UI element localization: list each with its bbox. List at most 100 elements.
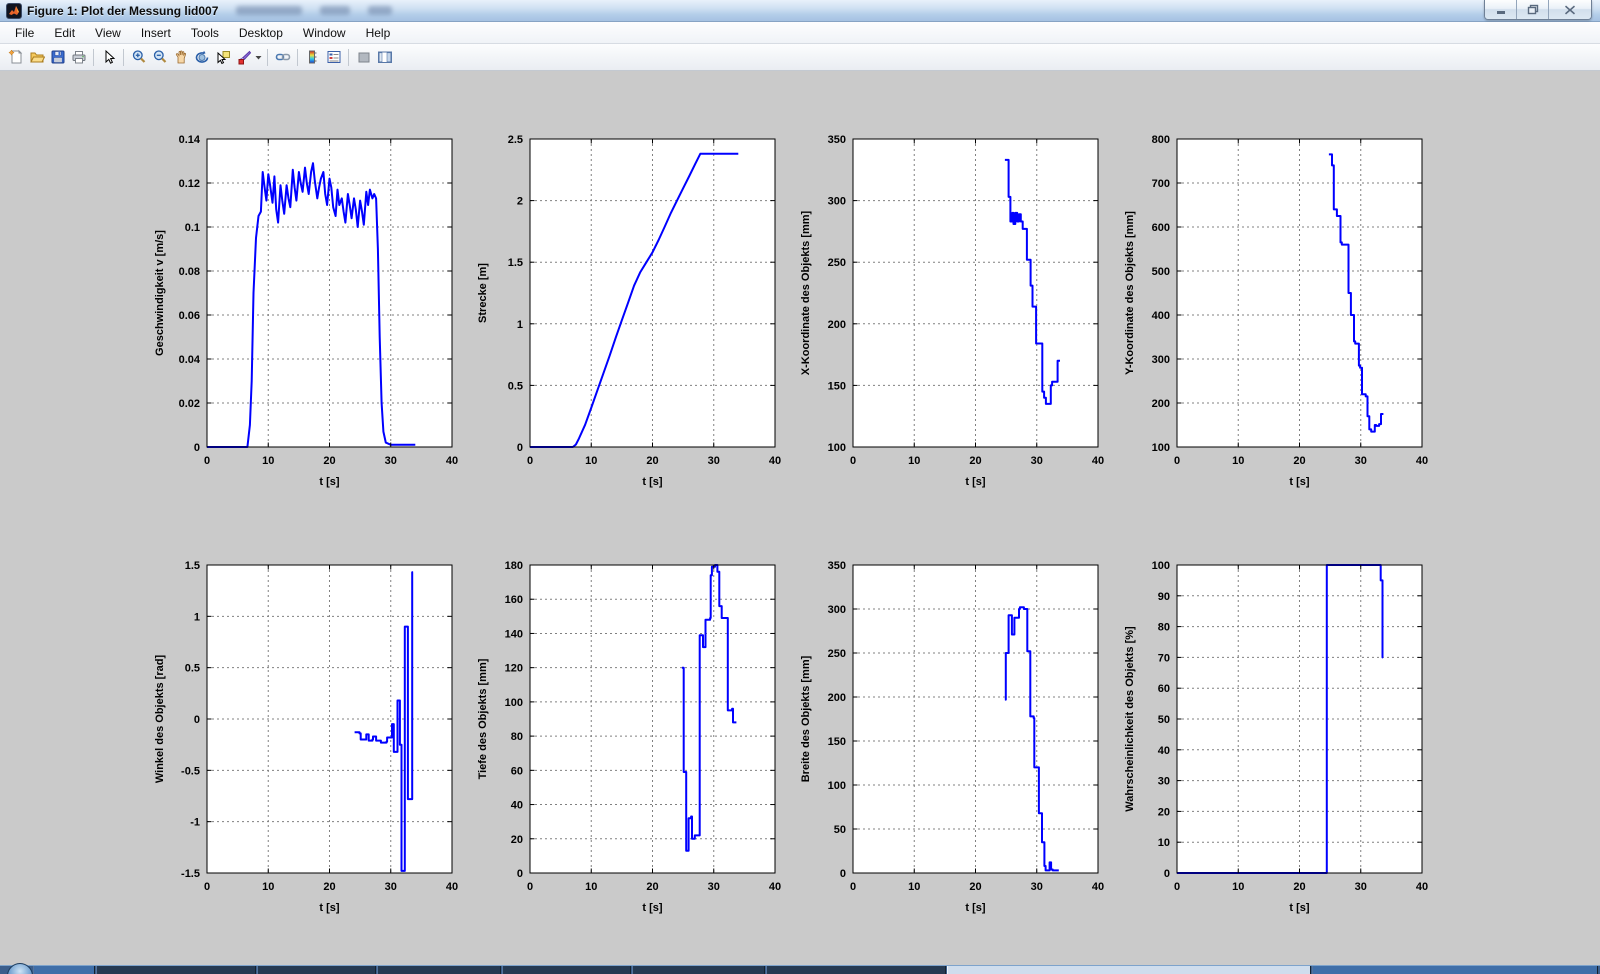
toolbar-separator bbox=[348, 49, 349, 66]
svg-text:10: 10 bbox=[908, 455, 920, 467]
svg-text:20: 20 bbox=[1158, 806, 1170, 818]
svg-text:10: 10 bbox=[1232, 455, 1244, 467]
svg-text:0: 0 bbox=[840, 868, 846, 880]
svg-text:300: 300 bbox=[828, 196, 846, 208]
taskbar-button[interactable] bbox=[96, 966, 256, 974]
taskbar-button[interactable] bbox=[632, 966, 765, 974]
svg-text:t [s]: t [s] bbox=[965, 476, 986, 488]
insert-colorbar-icon[interactable] bbox=[302, 47, 323, 68]
start-button[interactable] bbox=[7, 963, 33, 974]
svg-text:20: 20 bbox=[1293, 455, 1305, 467]
svg-text:10: 10 bbox=[1158, 837, 1170, 849]
close-button[interactable] bbox=[1549, 0, 1591, 19]
zoom-in-icon[interactable] bbox=[128, 47, 149, 68]
menu-desktop[interactable]: Desktop bbox=[229, 24, 293, 42]
save-figure-icon[interactable] bbox=[47, 47, 68, 68]
svg-text:40: 40 bbox=[1158, 745, 1170, 757]
redacted-text bbox=[236, 6, 302, 15]
restore-button[interactable] bbox=[1517, 0, 1549, 19]
svg-text:0: 0 bbox=[204, 881, 210, 893]
toolbar-separator bbox=[267, 49, 268, 66]
svg-text:30: 30 bbox=[708, 455, 720, 467]
svg-text:1.5: 1.5 bbox=[508, 257, 523, 269]
minimize-button[interactable] bbox=[1485, 0, 1517, 19]
pan-icon[interactable] bbox=[170, 47, 191, 68]
svg-text:t [s]: t [s] bbox=[1289, 902, 1310, 914]
svg-text:100: 100 bbox=[1152, 442, 1170, 454]
open-file-icon[interactable] bbox=[26, 47, 47, 68]
svg-text:10: 10 bbox=[1232, 881, 1244, 893]
svg-text:-0.5: -0.5 bbox=[181, 765, 200, 777]
svg-text:0: 0 bbox=[1164, 868, 1170, 880]
svg-text:200: 200 bbox=[1152, 398, 1170, 410]
svg-text:180: 180 bbox=[505, 560, 523, 572]
subplot-y-koordinate: 010203040100200300400500600700800t [s]Y-… bbox=[1115, 127, 1432, 505]
insert-legend-icon[interactable] bbox=[323, 47, 344, 68]
hide-plot-tools-icon[interactable] bbox=[353, 47, 374, 68]
svg-text:30: 30 bbox=[1031, 881, 1043, 893]
svg-text:0.5: 0.5 bbox=[185, 663, 200, 675]
show-plot-tools-icon[interactable] bbox=[374, 47, 395, 68]
redacted-text bbox=[320, 6, 350, 15]
svg-text:300: 300 bbox=[1152, 354, 1170, 366]
svg-text:0: 0 bbox=[527, 881, 533, 893]
subplot-breite: 010203040050100150200250300350t [s]Breit… bbox=[791, 553, 1108, 931]
svg-text:800: 800 bbox=[1152, 134, 1170, 146]
taskbar-button[interactable] bbox=[33, 966, 95, 974]
svg-text:100: 100 bbox=[828, 442, 846, 454]
svg-text:Wahrscheinlichkeit des Objekts: Wahrscheinlichkeit des Objekts [%] bbox=[1124, 626, 1136, 812]
svg-text:160: 160 bbox=[505, 594, 523, 606]
menu-insert[interactable]: Insert bbox=[131, 24, 181, 42]
pointer-icon[interactable] bbox=[98, 47, 119, 68]
restore-icon bbox=[1527, 4, 1539, 15]
svg-text:90: 90 bbox=[1158, 591, 1170, 603]
window-controls bbox=[1484, 0, 1592, 20]
svg-text:200: 200 bbox=[828, 692, 846, 704]
matlab-logo-icon bbox=[6, 3, 22, 19]
menu-view[interactable]: View bbox=[85, 24, 131, 42]
taskbar-button[interactable] bbox=[766, 966, 946, 974]
svg-text:-1.5: -1.5 bbox=[181, 868, 200, 880]
rotate-3d-icon[interactable] bbox=[191, 47, 212, 68]
svg-text:20: 20 bbox=[969, 881, 981, 893]
svg-text:350: 350 bbox=[828, 134, 846, 146]
menu-help[interactable]: Help bbox=[356, 24, 401, 42]
menu-window[interactable]: Window bbox=[293, 24, 356, 42]
svg-text:70: 70 bbox=[1158, 652, 1170, 664]
svg-text:Y-Koordinate des Objekts [mm]: Y-Koordinate des Objekts [mm] bbox=[1124, 211, 1136, 375]
data-cursor-icon[interactable] bbox=[212, 47, 233, 68]
close-icon bbox=[1564, 4, 1576, 15]
svg-text:10: 10 bbox=[262, 455, 274, 467]
svg-text:0.5: 0.5 bbox=[508, 380, 523, 392]
taskbar-button[interactable] bbox=[377, 966, 501, 974]
svg-text:30: 30 bbox=[385, 881, 397, 893]
svg-text:120: 120 bbox=[505, 663, 523, 675]
print-figure-icon[interactable] bbox=[68, 47, 89, 68]
subplot-winkel: 010203040-1.5-1-0.500.511.5t [s]Winkel d… bbox=[145, 553, 462, 931]
svg-text:30: 30 bbox=[1031, 455, 1043, 467]
svg-text:50: 50 bbox=[1158, 714, 1170, 726]
svg-text:20: 20 bbox=[511, 834, 523, 846]
svg-text:2: 2 bbox=[517, 196, 523, 208]
svg-text:-1: -1 bbox=[190, 817, 200, 829]
menu-tools[interactable]: Tools bbox=[181, 24, 229, 42]
new-figure-icon[interactable] bbox=[5, 47, 26, 68]
svg-text:0.02: 0.02 bbox=[179, 398, 200, 410]
zoom-out-icon[interactable] bbox=[149, 47, 170, 68]
svg-text:40: 40 bbox=[1092, 455, 1104, 467]
taskbar-button[interactable] bbox=[502, 966, 631, 974]
link-plot-icon[interactable] bbox=[272, 47, 293, 68]
svg-text:30: 30 bbox=[1158, 776, 1170, 788]
brush-data-icon[interactable] bbox=[233, 47, 254, 68]
svg-text:40: 40 bbox=[1092, 881, 1104, 893]
subplot-x-koordinate: 010203040100150200250300350t [s]X-Koordi… bbox=[791, 127, 1108, 505]
taskbar-button-active[interactable] bbox=[947, 966, 1311, 974]
taskbar-button[interactable] bbox=[1312, 966, 1598, 974]
taskbar-button[interactable] bbox=[257, 966, 376, 974]
svg-text:20: 20 bbox=[646, 455, 658, 467]
menu-edit[interactable]: Edit bbox=[44, 24, 85, 42]
brush-dropdown-caret[interactable] bbox=[254, 55, 263, 60]
svg-text:80: 80 bbox=[511, 731, 523, 743]
menu-file[interactable]: File bbox=[5, 24, 44, 42]
matlab-figure-window: Figure 1: Plot der Messung lid007 File E… bbox=[0, 0, 1600, 974]
